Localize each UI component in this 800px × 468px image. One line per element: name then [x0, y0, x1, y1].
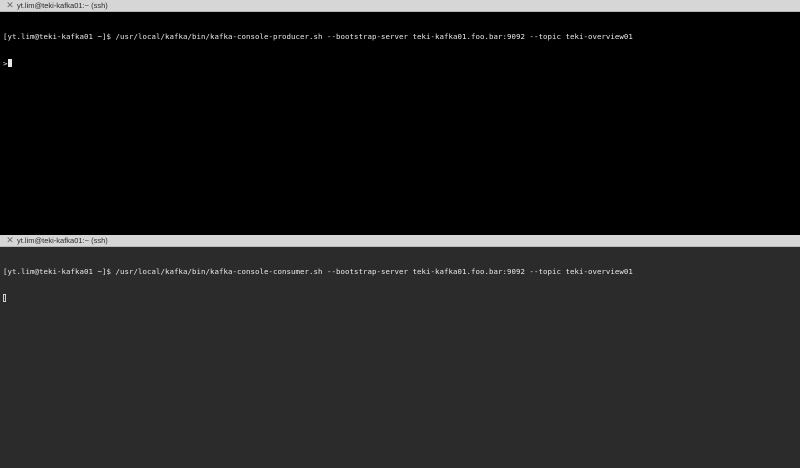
producer-command-line: [yt.lim@teki-kafka01 ~]$ /usr/local/kafk… [3, 32, 633, 41]
consumer-tab-title: yt.lim@teki-kafka01:~ (ssh) [17, 236, 108, 245]
producer-tab-title: yt.lim@teki-kafka01:~ (ssh) [17, 1, 108, 10]
consumer-terminal[interactable]: [yt.lim@teki-kafka01 ~]$ /usr/local/kafk… [0, 247, 800, 468]
close-icon[interactable]: ✕ [5, 0, 15, 12]
producer-input-line[interactable]: > [3, 59, 800, 68]
producer-pane: ✕ yt.lim@teki-kafka01:~ (ssh) [yt.lim@te… [0, 0, 800, 235]
text-cursor [7, 59, 12, 67]
producer-terminal[interactable]: [yt.lim@teki-kafka01 ~]$ /usr/local/kafk… [0, 12, 800, 235]
consumer-pane: ✕ yt.lim@teki-kafka01:~ (ssh) [yt.lim@te… [0, 235, 800, 468]
consumer-output-line [3, 294, 800, 303]
consumer-command-line: [yt.lim@teki-kafka01 ~]$ /usr/local/kafk… [3, 267, 633, 276]
text-cursor [3, 294, 6, 302]
consumer-tab[interactable]: ✕ yt.lim@teki-kafka01:~ (ssh) [0, 235, 800, 247]
close-icon[interactable]: ✕ [5, 235, 15, 247]
producer-tab[interactable]: ✕ yt.lim@teki-kafka01:~ (ssh) [0, 0, 800, 12]
